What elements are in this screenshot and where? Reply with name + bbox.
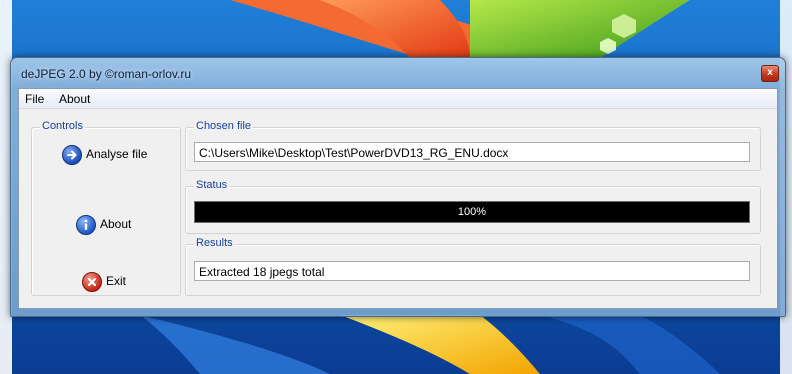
status-group: Status 100% [185,179,761,234]
analyse-file-label: Analyse file [86,147,148,161]
controls-legend: Controls [40,120,85,132]
close-icon [82,272,102,292]
status-legend: Status [194,179,230,191]
about-label: About [100,217,132,231]
window-title: deJPEG 2.0 by ©roman-orlov.ru [21,67,192,81]
exit-button[interactable]: Exit [32,269,162,295]
chosen-file-field[interactable]: C:\Users\Mike\Desktop\Test\PowerDVD13_RG… [194,142,750,162]
app-window: deJPEG 2.0 by ©roman-orlov.ru x File Abo… [10,57,786,317]
progress-bar: 100% [194,201,750,223]
menu-file[interactable]: File [25,92,44,106]
chosen-file-group: Chosen file C:\Users\Mike\Desktop\Test\P… [185,120,761,171]
arrow-right-icon [62,145,82,165]
chosen-file-legend: Chosen file [194,120,254,132]
exit-label: Exit [106,274,127,288]
controls-group: Controls Analyse file About Exit [31,120,181,296]
results-field[interactable]: Extracted 18 jpegs total [194,261,750,281]
title-bar[interactable]: deJPEG 2.0 by ©roman-orlov.ru x [11,58,785,88]
menu-bar: File About [19,89,777,109]
results-group: Results Extracted 18 jpegs total [185,237,761,296]
progress-text: 100% [457,206,487,218]
close-button[interactable]: x [761,65,779,82]
client-area: File About Controls Analyse file About E… [18,88,778,309]
analyse-file-button[interactable]: Analyse file [32,142,162,168]
about-button[interactable]: About [32,212,162,238]
menu-about[interactable]: About [59,92,90,106]
info-icon [76,215,96,235]
close-icon: x [767,67,773,78]
results-legend: Results [194,237,235,249]
